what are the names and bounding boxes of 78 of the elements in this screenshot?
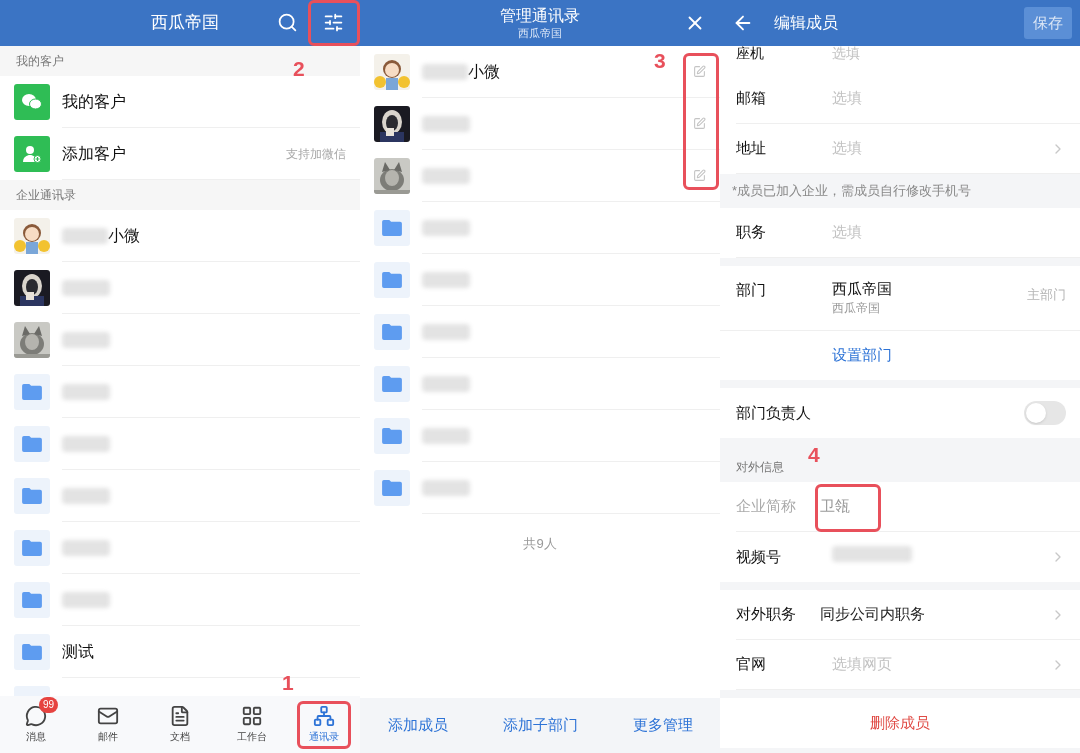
department-path: 西瓜帝国 — [832, 300, 881, 317]
annotation-number: 4 — [808, 444, 820, 465]
tab-item[interactable]: 通讯录 — [298, 705, 350, 744]
tab-icon — [97, 705, 119, 727]
highlight-frame — [297, 701, 351, 749]
field-label: 职务 — [736, 222, 767, 243]
field-label: 企业简称 — [736, 496, 797, 517]
highlight-frame — [308, 0, 360, 46]
action-link[interactable]: 添加子部门 — [502, 714, 578, 737]
contact-name: 小微 — [468, 61, 500, 82]
folder-icon — [14, 582, 50, 618]
folder-icon — [374, 210, 410, 246]
section-header: 我的客户 — [16, 53, 64, 70]
field-label: 部门负责人 — [736, 402, 812, 423]
field-label: 地址 — [736, 138, 767, 159]
edit-icon[interactable] — [693, 65, 706, 78]
edit-icon[interactable] — [693, 169, 706, 182]
screen-title: 编辑成员 — [774, 13, 839, 33]
field-value: 卫瓴 — [820, 496, 851, 517]
input-field[interactable]: 选填 — [832, 87, 1066, 110]
contact-name: 添加客户 — [62, 143, 126, 164]
contact-item[interactable]: 小微 — [0, 210, 360, 262]
add-person-icon — [14, 136, 50, 172]
field-label: 视频号 — [736, 546, 782, 567]
field-label: 官网 — [736, 654, 767, 675]
contact-item[interactable]: 我的客户 — [0, 76, 360, 128]
section-header: 对外信息 — [736, 459, 784, 476]
tab-icon — [169, 705, 191, 727]
folder-icon — [374, 314, 410, 350]
field-label: 座机 — [736, 46, 765, 60]
contact-item[interactable]: 添加客户 支持加微信 — [0, 128, 360, 180]
chat-bubbles-icon — [14, 84, 50, 120]
screen-title: 西瓜帝国 — [151, 12, 219, 35]
section-header: 企业通讯录 — [16, 187, 76, 204]
tab-icon — [313, 705, 335, 727]
toggle-switch[interactable] — [1024, 401, 1066, 425]
input-field[interactable]: 选填 — [832, 221, 1066, 244]
member-count: 共9人 — [523, 535, 557, 553]
primary-tag: 主部门 — [1027, 285, 1066, 305]
tab-item[interactable]: 邮件 — [82, 705, 134, 744]
contact-name: 我的客户 — [62, 91, 126, 112]
tab-item[interactable]: 工作台 — [226, 705, 278, 744]
field-label: 邮箱 — [736, 88, 767, 109]
delete-member-button[interactable]: 删除成员 — [870, 711, 930, 735]
annotation-number: 2 — [293, 58, 305, 79]
folder-icon — [374, 418, 410, 454]
folder-icon — [14, 634, 50, 670]
folder-icon — [374, 470, 410, 506]
hint-text: 支持加微信 — [286, 145, 346, 163]
set-department-link[interactable]: 设置部门 — [832, 344, 892, 367]
tab-item[interactable]: 文档 — [154, 705, 206, 744]
input-field[interactable]: 选填网页 — [832, 653, 1050, 676]
field-value: 同步公司内职务 — [820, 604, 926, 625]
field-label: 部门 — [736, 280, 767, 300]
folder-icon — [14, 478, 50, 514]
department-name: 西瓜帝国 — [832, 279, 893, 299]
unread-badge: 99 — [38, 697, 58, 713]
folder-icon — [374, 262, 410, 298]
screen-title: 管理通讯录 — [500, 6, 580, 26]
search-icon[interactable] — [277, 12, 298, 33]
edit-icon[interactable] — [693, 117, 706, 130]
field-label: 对外职务 — [736, 604, 797, 625]
screen-subtitle: 西瓜帝国 — [518, 26, 562, 40]
contact-name: 小微 — [108, 225, 140, 246]
contact-name: 测试 — [62, 641, 94, 662]
filter-icon[interactable] — [323, 12, 344, 33]
folder-icon — [14, 530, 50, 566]
input-field[interactable]: 选填 — [832, 137, 1050, 160]
folder-icon — [14, 426, 50, 462]
highlight-frame — [815, 484, 881, 532]
tab-icon — [241, 705, 263, 727]
action-link[interactable]: 更多管理 — [632, 714, 693, 737]
contact-item[interactable] — [0, 262, 360, 314]
folder-icon — [14, 374, 50, 410]
annotation-number: 3 — [654, 50, 666, 71]
note-text: *成员已加入企业，需成员自行修改手机号 — [732, 182, 972, 201]
folder-icon — [374, 366, 410, 402]
action-link[interactable]: 添加成员 — [387, 714, 448, 737]
